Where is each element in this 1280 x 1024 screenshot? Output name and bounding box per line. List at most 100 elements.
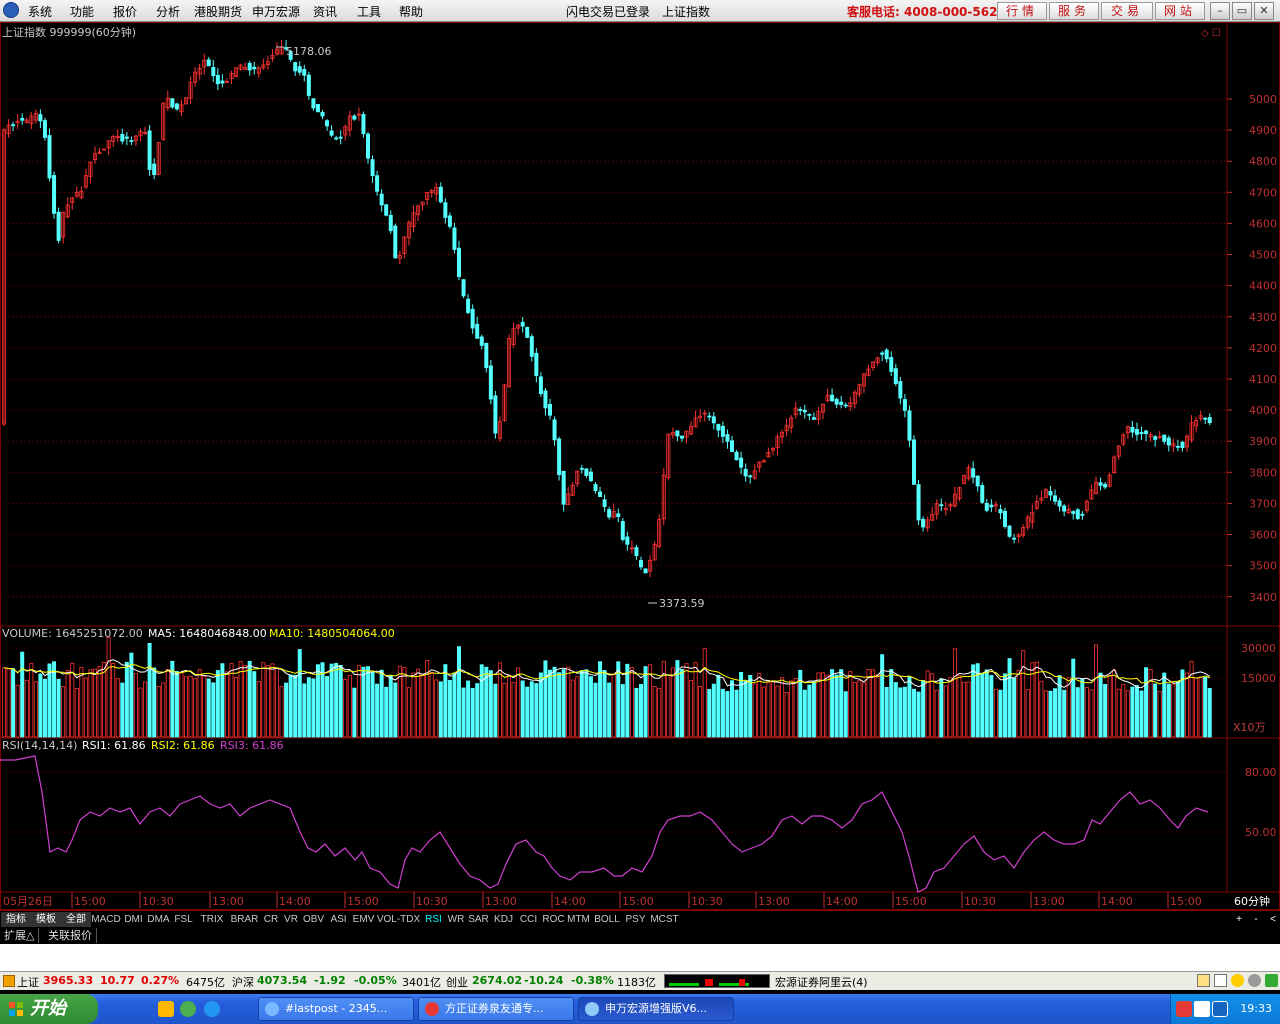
quicklaunch-browser-icon[interactable]: [180, 1001, 196, 1017]
volume-bar: [666, 674, 671, 738]
volume-bar: [625, 663, 630, 738]
volume-bar: [1012, 677, 1017, 738]
rsi2-label: RSI2: 61.86: [151, 739, 215, 752]
menu-tools[interactable]: 工具: [357, 3, 381, 20]
connection-icon[interactable]: [1265, 974, 1278, 987]
volume-bar: [620, 684, 625, 738]
candle-body: [739, 457, 744, 468]
start-button[interactable]: 开始: [0, 994, 98, 1024]
indicator-tab-voltdx[interactable]: VOL-TDX: [376, 912, 421, 927]
security-shield-icon[interactable]: [1212, 1001, 1228, 1017]
indicator-tab-vr[interactable]: VR: [281, 912, 301, 927]
candle-body: [1162, 434, 1167, 442]
task-lastpost[interactable]: #lastpost - 2345...: [258, 997, 414, 1021]
indicator-tab-[interactable]: 指标: [1, 912, 31, 927]
volume-bar: [315, 664, 320, 738]
indicator-tab-mcst[interactable]: MCST: [648, 912, 681, 927]
volume-bar: [698, 686, 703, 738]
indicator-tab-cci[interactable]: CCI: [516, 912, 541, 927]
indicator-tab-sar[interactable]: SAR: [466, 912, 491, 927]
scroll-left-button[interactable]: <: [1266, 912, 1280, 927]
menu-swhy[interactable]: 申万宏源: [252, 3, 300, 20]
candle-body: [839, 401, 844, 405]
indicator-tab-macd[interactable]: MACD: [91, 912, 121, 927]
menu-news[interactable]: 资讯: [313, 3, 337, 20]
ime-sogou-icon[interactable]: [1176, 1001, 1192, 1017]
minimize-button[interactable]: –: [1210, 2, 1230, 20]
volume-bar: [1025, 689, 1030, 738]
menu-system[interactable]: 系统: [28, 3, 52, 20]
website-button[interactable]: 网站: [1155, 2, 1205, 20]
indicator-tab-rsi[interactable]: RSI: [421, 912, 446, 927]
volume-bar: [930, 673, 935, 738]
volume-bar: [579, 670, 584, 738]
indicator-tab-asi[interactable]: ASI: [326, 912, 351, 927]
indicator-tab-[interactable]: 全部: [61, 912, 91, 927]
volume-bar: [948, 677, 953, 738]
volume-bar: [138, 687, 143, 738]
indicator-tab-dmi[interactable]: DMI: [121, 912, 146, 927]
candle-body: [525, 327, 530, 338]
chart-axes: 5000 4900 4800 4700 4600 4500 4400 4300 4200 4100…: [3, 93, 1277, 908]
candle-body: [470, 308, 475, 329]
task-swhy[interactable]: 申万宏源增强版V6...: [578, 997, 734, 1021]
volume-bar: [1021, 650, 1026, 738]
menu-hk-futures[interactable]: 港股期货: [194, 3, 242, 20]
volume-bar: [56, 678, 61, 738]
indicator-tab-psy[interactable]: PSY: [623, 912, 648, 927]
task-founder[interactable]: 方正证券泉友通专...: [418, 997, 574, 1021]
indicator-tab-trix[interactable]: TRIX: [196, 912, 228, 927]
window-icon[interactable]: [1214, 974, 1227, 987]
time-tick-label: 10:30: [416, 895, 448, 908]
candle-body: [898, 381, 903, 399]
candle-body: [375, 175, 380, 192]
indicator-tab-boll[interactable]: BOLL: [591, 912, 623, 927]
tab-related-quotes[interactable]: 关联报价: [44, 928, 97, 943]
candle-body: [334, 137, 339, 140]
menu-quotes[interactable]: 报价: [113, 3, 137, 20]
server-name[interactable]: 宏源证券阿里云(4): [775, 974, 868, 990]
indicator-tab-wr[interactable]: WR: [446, 912, 466, 927]
menu-analysis[interactable]: 分析: [156, 3, 180, 20]
candle-body: [38, 114, 43, 122]
indicator-tab-emv[interactable]: EMV: [351, 912, 376, 927]
quicklaunch-app-icon[interactable]: [158, 1001, 174, 1017]
menu-help[interactable]: 帮助: [399, 3, 423, 20]
volume-bar: [802, 689, 807, 738]
chart-corner-icons[interactable]: ◇ ☐: [1201, 28, 1221, 39]
menu-function[interactable]: 功能: [70, 3, 94, 20]
alert-icon[interactable]: [1231, 974, 1244, 987]
settings-icon[interactable]: [1248, 974, 1261, 987]
indicator-tab-obv[interactable]: OBV: [301, 912, 326, 927]
candle-body: [297, 66, 302, 73]
zoom-in-button[interactable]: +: [1232, 912, 1246, 927]
restore-button[interactable]: ▭: [1232, 2, 1252, 20]
trade-button[interactable]: 交易: [1101, 2, 1153, 20]
volume-bar: [1189, 660, 1194, 738]
quotes-button[interactable]: 行情: [997, 2, 1047, 20]
candle-body: [557, 438, 562, 476]
tray-app-icon[interactable]: [1194, 1001, 1210, 1017]
status-icon[interactable]: [3, 975, 15, 987]
service-button[interactable]: 服务: [1049, 2, 1099, 20]
quicklaunch-ie-icon[interactable]: [204, 1001, 220, 1017]
candle-body: [643, 568, 648, 574]
volume-bars: [2, 636, 1212, 738]
tab-extend[interactable]: 扩展△: [0, 928, 40, 943]
candle-body: [1103, 483, 1108, 488]
volume-ma10-line: [3, 664, 1210, 685]
indicator-tab-roc[interactable]: ROC: [541, 912, 566, 927]
indicator-tab-brar[interactable]: BRAR: [228, 912, 261, 927]
indicator-tab-cr[interactable]: CR: [261, 912, 281, 927]
indicator-tab-[interactable]: 模板: [31, 912, 61, 927]
zoom-out-button[interactable]: -: [1249, 912, 1263, 927]
indicator-tab-kdj[interactable]: KDJ: [491, 912, 516, 927]
close-button[interactable]: ✕: [1254, 2, 1274, 20]
indicator-tab-dma[interactable]: DMA: [146, 912, 171, 927]
candle-body: [730, 440, 735, 452]
volume-bar: [1107, 674, 1112, 738]
indicator-tab-mtm[interactable]: MTM: [566, 912, 591, 927]
chart-area[interactable]: 5000 4900 4800 4700 4600 4500 4400 4300 4200 4100…: [0, 22, 1280, 910]
notes-icon[interactable]: [1197, 974, 1210, 987]
indicator-tab-fsl[interactable]: FSL: [171, 912, 196, 927]
